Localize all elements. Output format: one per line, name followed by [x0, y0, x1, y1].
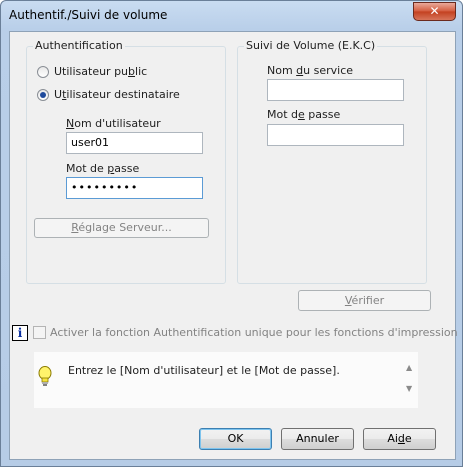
radio-destination-user-circle[interactable] [37, 89, 49, 101]
password-label: Mot de passe [66, 162, 140, 175]
window-title: Authentif./Suivi de volume [9, 8, 168, 22]
authentication-group-label: Authentification [33, 39, 125, 52]
ok-button[interactable]: OK [199, 428, 272, 450]
radio-public-user-label: Utilisateur public [54, 65, 148, 78]
service-name-label: Nom du service [267, 64, 354, 77]
verify-button[interactable]: Vérifier [298, 290, 431, 311]
help-scroll-down-icon[interactable]: ▼ [406, 385, 414, 393]
help-text: Entrez le [Nom d'utilisateur] et le [Mot… [68, 364, 340, 377]
username-label: Nom d'utilisateur [66, 117, 161, 130]
service-name-input[interactable] [267, 79, 404, 101]
close-button[interactable]: ✕ [413, 2, 456, 21]
radio-public-user-circle[interactable] [37, 66, 49, 78]
single-auth-checkbox[interactable] [33, 326, 46, 339]
single-auth-label: Activer la fonction Authentification uni… [50, 326, 458, 339]
close-icon: ✕ [429, 4, 440, 18]
help-button[interactable]: Aide [363, 428, 436, 450]
server-settings-button[interactable]: Réglage Serveur... [34, 218, 209, 238]
help-scroll-up-icon[interactable]: ▲ [406, 364, 414, 372]
radio-destination-user-label: Utilisateur destinataire [54, 88, 180, 101]
lightbulb-icon [38, 366, 52, 386]
username-input[interactable]: user01 [66, 132, 203, 154]
volume-password-input[interactable] [267, 124, 404, 146]
info-icon: i [12, 325, 28, 341]
cancel-button[interactable]: Annuler [281, 428, 354, 450]
dialog-window: Authentif./Suivi de volume ✕ Authentific… [0, 0, 463, 467]
volume-password-label: Mot de passe [267, 108, 341, 121]
password-input[interactable]: ••••••••• [66, 177, 203, 199]
dialog-client: Authentification Utilisateur public Util… [9, 31, 458, 460]
help-box: Entrez le [Nom d'utilisateur] et le [Mot… [34, 352, 418, 408]
volume-tracking-group-label: Suivi de Volume (E.K.C) [244, 39, 378, 52]
title-bar[interactable]: Authentif./Suivi de volume ✕ [1, 1, 462, 31]
